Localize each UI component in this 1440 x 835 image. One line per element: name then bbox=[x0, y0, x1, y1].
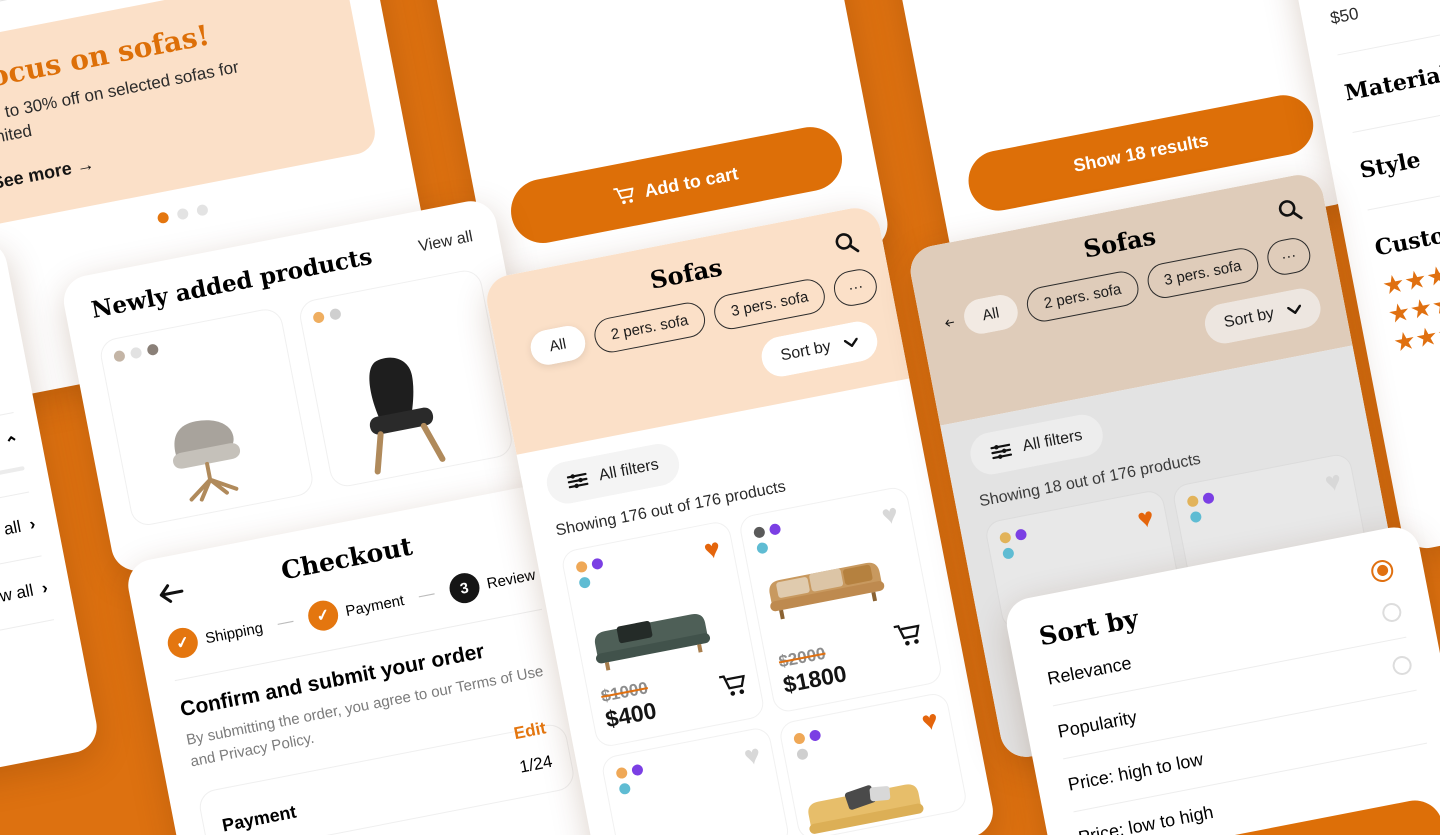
product-color-dots bbox=[615, 763, 648, 796]
search-icon[interactable] bbox=[832, 228, 860, 256]
show-results-label: Show 18 results bbox=[1071, 129, 1210, 176]
sort-option-label: Popularity bbox=[1056, 706, 1139, 742]
filter-section-title-material[interactable]: Material bbox=[1343, 34, 1440, 107]
carousel-dot-active[interactable] bbox=[156, 211, 170, 225]
sort-by-dropdown[interactable]: Sort by bbox=[758, 318, 881, 380]
favorite-heart-icon[interactable]: ♥ bbox=[1322, 465, 1343, 498]
chevron-down-icon bbox=[843, 337, 858, 347]
newly-product-card[interactable] bbox=[296, 267, 515, 490]
add-to-cart-icon[interactable] bbox=[718, 671, 749, 699]
sort-option-radio[interactable] bbox=[1380, 601, 1403, 624]
step-marker: ✓ bbox=[165, 625, 201, 661]
favorite-heart-icon[interactable]: ♥ bbox=[742, 739, 763, 772]
step-marker: 3 bbox=[446, 570, 482, 606]
favorite-heart-icon[interactable]: ♥ bbox=[1135, 502, 1156, 535]
product-color-dots bbox=[575, 557, 608, 590]
sofas-tab-3pers[interactable]: 3 pers. sofa bbox=[711, 276, 829, 333]
shopping-cart-icon bbox=[613, 186, 634, 204]
summary-row-label: Payment bbox=[220, 801, 298, 835]
design-showcase-canvas: Categories Sofas Beds More... Closets bbox=[0, 0, 1440, 835]
left-radio-group bbox=[0, 642, 77, 780]
checkout-step-shipping[interactable]: ✓ Shipping bbox=[165, 613, 265, 661]
sort-option-radio-selected[interactable] bbox=[1369, 557, 1396, 584]
product-card[interactable]: ♥ $2000 $1800 bbox=[737, 485, 944, 715]
chevron-right-icon: › bbox=[27, 514, 37, 534]
sofas-dim-tab-2pers[interactable]: 2 pers. sofa bbox=[1024, 268, 1142, 325]
sort-by-label: Sort by bbox=[779, 338, 833, 365]
green-sofa-image bbox=[594, 614, 711, 671]
product-grid: ♥ $1000 $400 ♥ $2000 $1800 ♥ ♥ bbox=[559, 485, 969, 835]
sofas-tab-all[interactable]: All bbox=[527, 323, 588, 368]
product-card[interactable]: ♥ bbox=[777, 691, 969, 835]
newly-product-card[interactable] bbox=[97, 306, 316, 529]
product-color-dots bbox=[792, 729, 826, 761]
product-color-dots bbox=[312, 283, 470, 324]
product-color-dots bbox=[1186, 491, 1219, 524]
product-card[interactable]: ♥ $1000 $400 bbox=[559, 519, 767, 749]
yellow-sofa-image bbox=[808, 784, 924, 834]
sort-by-sheet-title: Sort by bbox=[1036, 603, 1141, 652]
left-view-all-label[interactable]: View all bbox=[0, 581, 35, 612]
checkout-edit-button[interactable]: Edit bbox=[512, 718, 547, 744]
chevron-right-icon: › bbox=[40, 577, 50, 598]
sort-option-radio[interactable] bbox=[1390, 654, 1414, 677]
sliders-icon bbox=[990, 443, 1013, 460]
sofas-tab-2pers[interactable]: 2 pers. sofa bbox=[591, 299, 709, 356]
sort-option-label: Relevance bbox=[1045, 652, 1134, 689]
step-label: Shipping bbox=[203, 619, 265, 647]
step-label: Review bbox=[485, 566, 537, 593]
black-chair-image bbox=[369, 357, 446, 475]
arrow-left-icon[interactable] bbox=[519, 343, 523, 362]
summary-row-value: 1/24 bbox=[517, 751, 554, 777]
sofas-dim-sort-by-dropdown[interactable]: Sort by bbox=[1201, 285, 1324, 347]
favorite-heart-icon[interactable]: ♥ bbox=[879, 498, 900, 531]
chevron-down-icon bbox=[1286, 304, 1302, 314]
category-chip-closets[interactable]: Closets bbox=[0, 0, 57, 15]
promo-banner[interactable]: Focus on sofas! Up to 30% off on selecte… bbox=[0, 0, 379, 229]
swivel-chair-image bbox=[173, 420, 241, 502]
add-to-cart-label: Add to cart bbox=[642, 162, 740, 201]
left-slider-track[interactable] bbox=[0, 466, 25, 514]
arrow-left-icon[interactable] bbox=[943, 313, 956, 332]
favorite-heart-icon[interactable]: ♥ bbox=[701, 533, 722, 566]
sort-by-label: Sort by bbox=[1222, 304, 1276, 332]
search-icon[interactable] bbox=[1275, 195, 1303, 223]
sort-option-label: Price: high to low bbox=[1066, 748, 1205, 795]
product-color-dots bbox=[752, 522, 786, 555]
tan-sofa-image bbox=[769, 562, 885, 620]
product-color-dots bbox=[998, 528, 1032, 560]
carousel-dot[interactable] bbox=[195, 203, 209, 217]
left-view-all-label[interactable]: View all bbox=[0, 517, 23, 548]
favorite-heart-icon[interactable]: ♥ bbox=[919, 705, 940, 738]
price-slider-value: $50 bbox=[1328, 3, 1361, 28]
carousel-dot[interactable] bbox=[175, 207, 189, 221]
sofas-more-options-button[interactable]: ··· bbox=[831, 266, 881, 309]
add-to-cart-icon[interactable] bbox=[893, 621, 923, 649]
filter-section-title-customer-rating[interactable]: Customer rating bbox=[1373, 189, 1440, 261]
newly-view-all-link[interactable]: View all bbox=[417, 228, 474, 256]
checkout-step-review[interactable]: 3 Review bbox=[446, 560, 538, 606]
sofas-dim-all-filters-button[interactable]: All filters bbox=[966, 411, 1107, 478]
step-label: Payment bbox=[344, 591, 406, 620]
product-color-dots bbox=[112, 321, 271, 363]
sofas-dim-tab-all[interactable]: All bbox=[960, 291, 1021, 337]
sofas-dim-more-button[interactable]: ··· bbox=[1264, 235, 1314, 278]
all-filters-button[interactable]: All filters bbox=[543, 440, 684, 508]
all-filters-label: All filters bbox=[597, 456, 661, 485]
all-filters-label: All filters bbox=[1021, 426, 1084, 456]
left-row-collapse[interactable]: ⌃ bbox=[4, 433, 22, 455]
sofas-dim-tab-3pers[interactable]: 3 pers. sofa bbox=[1144, 245, 1262, 302]
step-marker: ✓ bbox=[305, 598, 341, 634]
checkout-step-payment[interactable]: ✓ Payment bbox=[305, 585, 407, 634]
sliders-icon bbox=[566, 472, 589, 489]
